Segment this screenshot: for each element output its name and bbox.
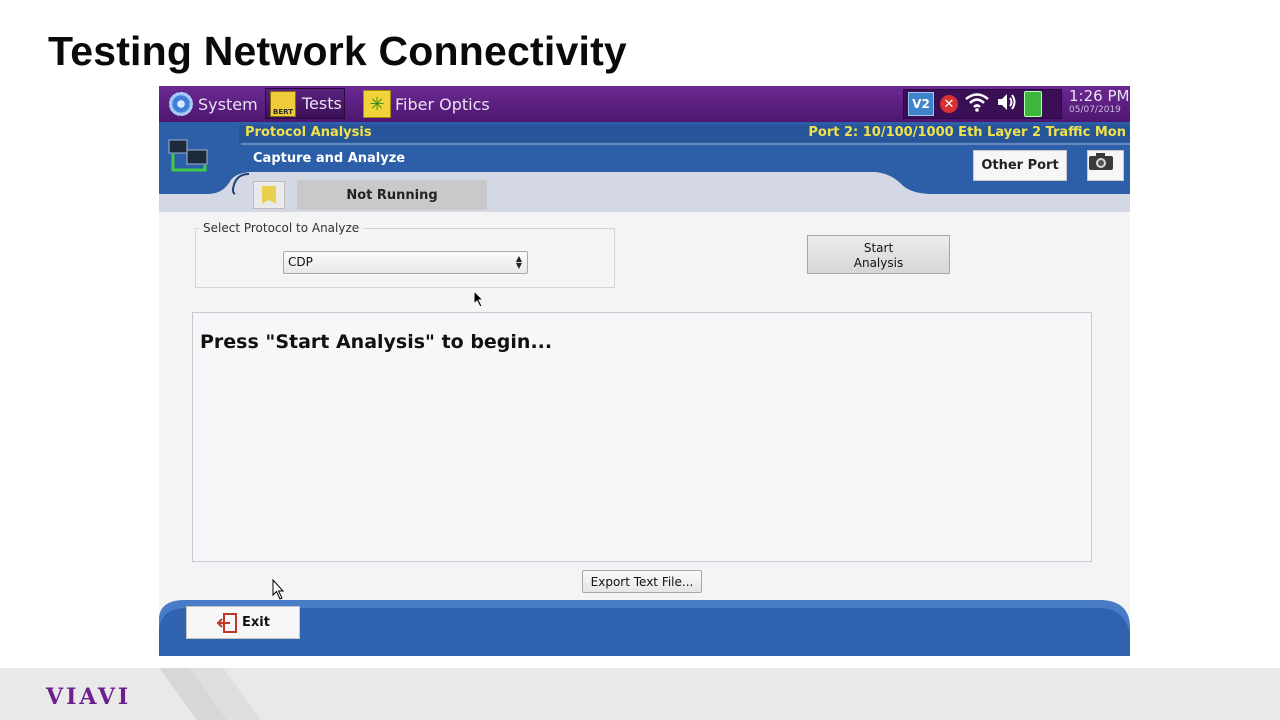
bookmark-icon [262,186,276,204]
test-name: Capture and Analyze [253,151,406,166]
clock-time: 1:26 PM [1069,87,1130,105]
v2-icon[interactable]: V2 [908,92,934,116]
protocol-select-value: CDP [288,255,313,269]
bert-icon: BERT [270,90,296,117]
viavi-logo: VIAVI [46,684,132,710]
clock-date: 05/07/2019 [1069,105,1121,115]
exit-label: Exit [242,615,270,630]
protocol-group-label: Select Protocol to Analyze [199,221,364,235]
camera-icon [1089,153,1113,170]
system-label: System [198,94,258,114]
tests-menu-button[interactable]: BERT Tests [265,88,345,119]
wifi-icon[interactable] [964,92,990,116]
network-error-icon[interactable]: ✕ [940,95,958,113]
analysis-output: Press "Start Analysis" to begin... [192,312,1092,562]
screenshot-button[interactable] [1087,150,1124,181]
exit-button[interactable]: Exit [186,606,300,639]
test-status: Not Running [297,180,487,210]
mouse-cursor-icon [473,289,485,312]
analysis-message: Press "Start Analysis" to begin... [200,331,553,353]
select-arrows-icon: ▲ ▼ [515,254,522,270]
protocol-select[interactable]: CDP ▲ ▼ [283,251,528,274]
fiber-optics-label: Fiber Optics [395,94,490,114]
speaker-icon[interactable] [996,92,1018,116]
clock: 1:26 PM 05/07/2019 [1069,88,1129,116]
fiber-optics-icon: ✳ [363,90,391,118]
system-menu-button[interactable]: System [169,86,258,122]
gear-icon [169,92,193,116]
status-icons: V2 ✕ [903,89,1062,119]
exit-icon [216,612,238,633]
fiber-optics-menu-button[interactable]: ✳ Fiber Optics [363,86,490,122]
footer-background [159,600,1130,656]
bookmark-button[interactable] [253,181,285,209]
port-label: Port 2: 10/100/1000 Eth Layer 2 Traffic … [808,125,1126,140]
other-port-button[interactable]: Other Port [973,150,1067,181]
network-icon [167,138,211,176]
start-analysis-line2: Analysis [853,256,904,270]
start-analysis-line1: Start [863,241,894,255]
battery-icon[interactable] [1024,91,1042,117]
start-analysis-button[interactable]: Start Analysis [807,235,950,274]
test-category: Protocol Analysis [245,125,372,140]
tests-label: Tests [302,94,342,113]
device-screen: System BERT Tests ✳ Fiber Optics V2 ✕ 1:… [159,86,1130,656]
export-text-file-button[interactable]: Export Text File... [582,570,702,593]
bottom-bar [159,598,1130,656]
slide-title: Testing Network Connectivity [48,28,627,74]
